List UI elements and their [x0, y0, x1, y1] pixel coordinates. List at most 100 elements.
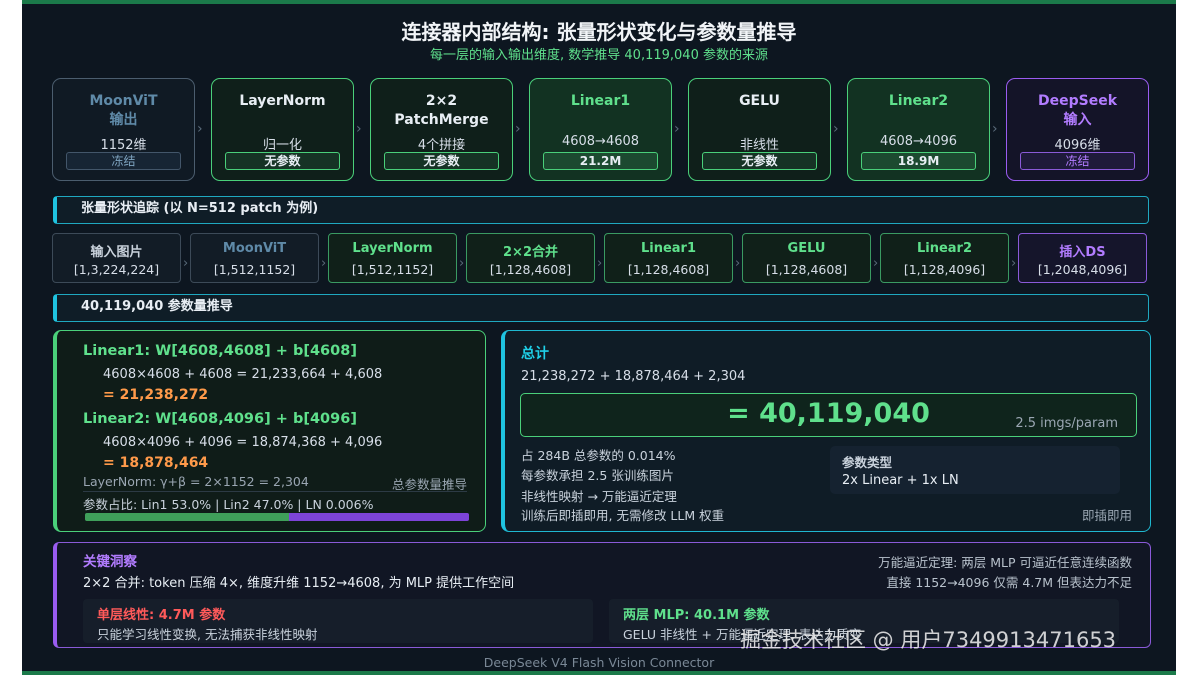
arrow-icon: ›: [833, 121, 839, 137]
stage-tag: 18.9M: [861, 152, 976, 170]
trace-step: LayerNorm [1,512,1152]: [328, 233, 457, 283]
trace-step: 输入图片 [1,3,224,224]: [52, 233, 181, 283]
lin1-share-fill: [85, 513, 289, 521]
plug-and-play-label: 即插即用: [1081, 508, 1132, 523]
stage-name: DeepSeek 输入: [1037, 93, 1118, 128]
trace-step: 插入DS [1,2048,4096]: [1018, 233, 1147, 283]
trace-shape: [1,512,1152]: [213, 262, 296, 277]
linear2-heading: Linear2: W[4608,4096] + b[4096]: [83, 411, 357, 427]
single-linear-heading: 单层线性: 4.7M 参数: [97, 608, 226, 623]
stage-dim: 4个拼接: [417, 138, 466, 153]
trace-step: Linear2 [1,128,4096]: [880, 233, 1009, 283]
stage-tag: 无参数: [384, 152, 499, 170]
insight-direct-line: 直接 1152→4096 仅需 4.7M 但表达力不足: [886, 575, 1132, 590]
stage-name: LayerNorm: [239, 93, 326, 109]
stage-dim: 4608→4608: [561, 134, 640, 149]
linear1-formula: 4608×4608 + 4608 = 21,233,664 + 4,608: [103, 367, 383, 382]
pipeline-stage: LayerNorm 归一化 无参数: [211, 78, 354, 181]
stage-tag: 冻结: [1020, 152, 1135, 170]
param-ratio: 参数占比: Lin1 53.0% | Lin2 47.0% | LN 0.006…: [83, 497, 374, 512]
trace-name: 2×2合并: [503, 245, 558, 260]
pipeline-stage: DeepSeek 输入 4096维 冻结: [1006, 78, 1149, 181]
stage-name: GELU: [739, 93, 780, 109]
pipeline-stage: MoonViT 输出 1152维 冻结: [52, 78, 195, 181]
page-subtitle: 每一层的输入输出维度, 数学推导 40,119,040 参数的来源: [430, 48, 768, 63]
stage-name: 2×2 PatchMerge: [394, 93, 489, 128]
trace-name: Linear2: [916, 241, 973, 256]
trace-name: Linear1: [640, 241, 697, 256]
arrow-icon: ›: [597, 256, 603, 271]
insight-heading: 关键洞察: [83, 554, 137, 570]
note-line: 非线性映射 → 万能逼近定理: [521, 489, 677, 504]
note-line: 占 284B 总参数的 0.014%: [521, 448, 676, 463]
pipeline-stage: Linear2 4608→4096 18.9M: [847, 78, 990, 181]
stage-dim: 4096维: [1054, 138, 1101, 153]
trace-step: MoonViT [1,512,1152]: [190, 233, 319, 283]
trace-name: 输入图片: [90, 245, 143, 260]
arrow-icon: ›: [183, 256, 189, 271]
trace-section-header: 张量形状追踪 (以 N=512 patch 为例): [53, 196, 1149, 224]
stage-name: Linear2: [888, 93, 949, 109]
diagram-frame: 连接器内部结构: 张量形状变化与参数量推导 每一层的输入输出维度, 数学推导 4…: [22, 0, 1176, 675]
insight-theorem-line: 万能逼近定理: 两层 MLP 可逼近任意连续函数: [878, 555, 1132, 570]
layernorm-line: LayerNorm: γ+β = 2×1152 = 2,304: [83, 474, 309, 489]
param-share-bar: [85, 513, 469, 521]
total-result-box: = 40,119,040 2.5 imgs/param: [520, 393, 1137, 437]
arrow-icon: ›: [459, 256, 465, 271]
stage-dim: 非线性: [739, 138, 779, 153]
stage-tag: 冻结: [66, 152, 181, 170]
two-layer-mlp-heading: 两层 MLP: 40.1M 参数: [623, 608, 770, 623]
pipeline-stage: 2×2 PatchMerge 4个拼接 无参数: [370, 78, 513, 181]
linear2-formula: 4608×4096 + 4096 = 18,874,368 + 4,096: [103, 435, 383, 450]
sum-formula: 21,238,272 + 18,878,464 + 2,304: [521, 369, 746, 384]
lin2-share-fill: [288, 513, 469, 521]
arrow-icon: ›: [674, 121, 680, 137]
linear2-result: = 18,878,464: [103, 455, 209, 471]
trace-shape: [1,3,224,224]: [73, 262, 160, 277]
param-type-value: 2x Linear + 1x LN: [842, 473, 959, 488]
trace-name: 插入DS: [1059, 245, 1106, 260]
linear1-heading: Linear1: W[4608,4608] + b[4608]: [83, 343, 357, 359]
insight-merge-line: 2×2 合并: token 压缩 4×, 维度升维 1152→4608, 为 M…: [83, 576, 515, 591]
stage-dim: 1152维: [100, 138, 147, 153]
trace-name: LayerNorm: [352, 241, 433, 256]
single-linear-card: 单层线性: 4.7M 参数 只能学习线性变换, 无法捕获非线性映射: [83, 599, 593, 643]
page-title: 连接器内部结构: 张量形状变化与参数量推导: [401, 20, 797, 44]
watermark: 掘金技术社区 @ 用户7349913471653: [740, 628, 1117, 652]
arrow-icon: ›: [515, 121, 521, 137]
trace-step: Linear1 [1,128,4608]: [604, 233, 733, 283]
arrow-icon: ›: [197, 121, 203, 137]
imgs-per-param: 2.5 imgs/param: [1015, 416, 1118, 431]
trace-step: 2×2合并 [1,128,4608]: [466, 233, 595, 283]
arrow-icon: ›: [356, 121, 362, 137]
derivation-section-header: 40,119,040 参数量推导: [53, 294, 1149, 322]
note-line: 每参数承担 2.5 张训练图片: [521, 468, 674, 483]
total-heading: 总计: [521, 346, 549, 362]
stage-dim: 归一化: [262, 138, 302, 153]
trace-shape: [1,2048,4096]: [1037, 262, 1128, 277]
trace-step: GELU [1,128,4608]: [742, 233, 871, 283]
trace-shape: [1,128,4608]: [765, 262, 848, 277]
trace-name: MoonViT: [222, 241, 287, 256]
stage-name: Linear1: [570, 93, 631, 109]
stage-tag: 21.2M: [543, 152, 658, 170]
param-type-box: 参数类型 2x Linear + 1x LN: [830, 446, 1120, 494]
trace-name: GELU: [787, 241, 826, 256]
arrow-icon: ›: [873, 256, 879, 271]
arrow-icon: ›: [321, 256, 327, 271]
total-panel: 总计 21,238,272 + 18,878,464 + 2,304 = 40,…: [501, 330, 1151, 532]
note-line: 训练后即插即用, 无需修改 LLM 权重: [521, 508, 725, 523]
stage-name: MoonViT 输出: [89, 93, 158, 128]
divider: [83, 491, 467, 492]
stage-tag: 无参数: [225, 152, 340, 170]
pipeline-stage: GELU 非线性 无参数: [688, 78, 831, 181]
pipeline-stage: Linear1 4608→4608 21.2M: [529, 78, 672, 181]
param-type-heading: 参数类型: [842, 455, 893, 470]
trace-shape: [1,128,4608]: [627, 262, 710, 277]
layer-derivation-panel: Linear1: W[4608,4608] + b[4608] 4608×460…: [53, 330, 486, 532]
arrow-icon: ›: [735, 256, 741, 271]
single-linear-text: 只能学习线性变换, 无法捕获非线性映射: [97, 627, 318, 642]
linear1-result: = 21,238,272: [103, 387, 209, 403]
trace-shape: [1,128,4608]: [489, 262, 572, 277]
arrow-icon: ›: [992, 121, 998, 137]
